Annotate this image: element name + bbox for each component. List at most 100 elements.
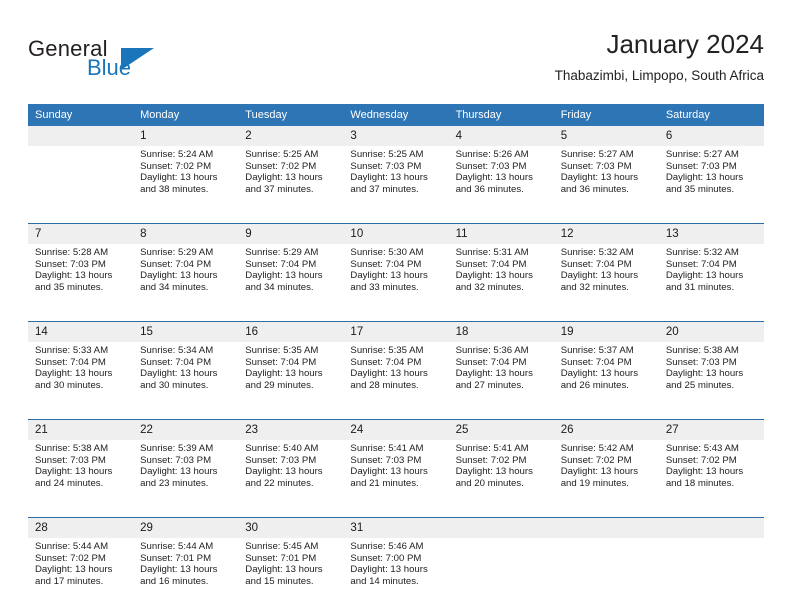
day-number[interactable]: 8 [133, 224, 239, 244]
weekday-header-row: Sunday Monday Tuesday Wednesday Thursday… [28, 104, 764, 126]
title-block: January 2024 Thabazimbi, Limpopo, South … [555, 28, 764, 86]
day-cell[interactable]: Sunrise: 5:42 AM Sunset: 7:02 PM Dayligh… [553, 440, 659, 507]
day-number[interactable]: 25 [448, 420, 554, 440]
day-number[interactable]: 7 [28, 224, 134, 244]
day-number[interactable]: 11 [448, 224, 554, 244]
day-cell[interactable]: Sunrise: 5:29 AM Sunset: 7:04 PM Dayligh… [238, 244, 344, 311]
day-cell[interactable]: Sunrise: 5:39 AM Sunset: 7:03 PM Dayligh… [133, 440, 239, 507]
day-number[interactable]: 21 [28, 420, 134, 440]
sunrise-text: Sunrise: 5:31 AM [455, 247, 529, 258]
sunset-text: Sunset: 7:03 PM [350, 454, 422, 466]
daylight-text-line2: and 21 minutes. [350, 478, 419, 490]
day-cell[interactable]: Sunrise: 5:32 AM Sunset: 7:04 PM Dayligh… [553, 244, 659, 311]
week-gap [28, 213, 764, 224]
sunrise-text: Sunrise: 5:40 AM [245, 443, 319, 454]
daylight-text-line2: and 30 minutes. [140, 380, 209, 392]
sunrise-text: Sunrise: 5:39 AM [140, 443, 214, 454]
day-cell[interactable]: Sunrise: 5:36 AM Sunset: 7:04 PM Dayligh… [448, 342, 554, 409]
sunrise-text: Sunrise: 5:38 AM [35, 443, 109, 454]
day-cell[interactable]: Sunrise: 5:24 AM Sunset: 7:02 PM Dayligh… [133, 146, 239, 213]
day-cell[interactable]: Sunrise: 5:46 AM Sunset: 7:00 PM Dayligh… [343, 538, 449, 605]
day-cell[interactable]: Sunrise: 5:30 AM Sunset: 7:04 PM Dayligh… [343, 244, 449, 311]
day-number[interactable]: 10 [343, 224, 449, 244]
week-row-daynums: 7 8 9 10 11 12 13 [28, 224, 764, 244]
day-cell[interactable]: Sunrise: 5:25 AM Sunset: 7:02 PM Dayligh… [238, 146, 344, 213]
day-number[interactable]: 23 [238, 420, 344, 440]
day-cell[interactable]: Sunrise: 5:29 AM Sunset: 7:04 PM Dayligh… [133, 244, 239, 311]
day-number[interactable]: 31 [343, 518, 449, 538]
day-number[interactable]: 3 [343, 126, 449, 146]
day-number[interactable]: 1 [133, 126, 239, 146]
day-number[interactable]: 5 [553, 126, 659, 146]
sunrise-text: Sunrise: 5:42 AM [560, 443, 634, 454]
day-number[interactable]: 20 [658, 322, 764, 342]
day-cell[interactable]: Sunrise: 5:44 AM Sunset: 7:01 PM Dayligh… [133, 538, 239, 605]
sunset-text: Sunset: 7:04 PM [455, 258, 527, 270]
day-number[interactable]: 2 [238, 126, 344, 146]
day-cell[interactable]: Sunrise: 5:43 AM Sunset: 7:02 PM Dayligh… [658, 440, 764, 507]
day-cell[interactable]: Sunrise: 5:35 AM Sunset: 7:04 PM Dayligh… [238, 342, 344, 409]
day-number[interactable]: 24 [343, 420, 449, 440]
day-number[interactable]: 28 [28, 518, 134, 538]
daylight-text-line2: and 29 minutes. [245, 380, 314, 392]
day-number[interactable]: 19 [553, 322, 659, 342]
sunrise-text: Sunrise: 5:38 AM [665, 345, 739, 356]
day-cell[interactable]: Sunrise: 5:28 AM Sunset: 7:03 PM Dayligh… [28, 244, 134, 311]
day-cell-empty [553, 538, 659, 605]
daylight-text-line2: and 14 minutes. [350, 576, 419, 588]
day-cell[interactable]: Sunrise: 5:31 AM Sunset: 7:04 PM Dayligh… [448, 244, 554, 311]
day-cell[interactable]: Sunrise: 5:34 AM Sunset: 7:04 PM Dayligh… [133, 342, 239, 409]
day-cell[interactable]: Sunrise: 5:25 AM Sunset: 7:03 PM Dayligh… [343, 146, 449, 213]
day-number[interactable]: 16 [238, 322, 344, 342]
day-cell[interactable]: Sunrise: 5:41 AM Sunset: 7:02 PM Dayligh… [448, 440, 554, 507]
day-cell[interactable]: Sunrise: 5:44 AM Sunset: 7:02 PM Dayligh… [28, 538, 134, 605]
brand-logo[interactable]: General Blue [28, 36, 208, 86]
day-cell[interactable]: Sunrise: 5:33 AM Sunset: 7:04 PM Dayligh… [28, 342, 134, 409]
day-cell[interactable]: Sunrise: 5:45 AM Sunset: 7:01 PM Dayligh… [238, 538, 344, 605]
daylight-text-line1: Daylight: 13 hours [35, 368, 113, 380]
day-number[interactable]: 29 [133, 518, 239, 538]
day-number[interactable]: 6 [658, 126, 764, 146]
day-cell[interactable]: Sunrise: 5:41 AM Sunset: 7:03 PM Dayligh… [343, 440, 449, 507]
day-cell[interactable]: Sunrise: 5:37 AM Sunset: 7:04 PM Dayligh… [553, 342, 659, 409]
day-number [658, 518, 764, 538]
week-row-daynums: 14 15 16 17 18 19 20 [28, 322, 764, 342]
day-number[interactable]: 18 [448, 322, 554, 342]
day-number[interactable] [28, 126, 134, 146]
day-number[interactable]: 30 [238, 518, 344, 538]
day-number[interactable]: 15 [133, 322, 239, 342]
sunrise-text: Sunrise: 5:32 AM [560, 247, 634, 258]
day-number[interactable]: 27 [658, 420, 764, 440]
sunset-text: Sunset: 7:04 PM [140, 258, 212, 270]
sunrise-text: Sunrise: 5:44 AM [35, 541, 109, 552]
weekday-header-monday: Monday [133, 104, 239, 126]
day-number[interactable]: 13 [658, 224, 764, 244]
sunset-text: Sunset: 7:03 PM [560, 160, 632, 172]
day-number[interactable]: 4 [448, 126, 554, 146]
day-cell[interactable]: Sunrise: 5:35 AM Sunset: 7:04 PM Dayligh… [343, 342, 449, 409]
day-cell[interactable]: Sunrise: 5:32 AM Sunset: 7:04 PM Dayligh… [658, 244, 764, 311]
day-cell[interactable]: Sunrise: 5:27 AM Sunset: 7:03 PM Dayligh… [658, 146, 764, 213]
week-row-details: Sunrise: 5:28 AM Sunset: 7:03 PM Dayligh… [28, 244, 764, 311]
day-number[interactable]: 14 [28, 322, 134, 342]
daylight-text-line1: Daylight: 13 hours [245, 172, 323, 184]
day-cell[interactable]: Sunrise: 5:38 AM Sunset: 7:03 PM Dayligh… [658, 342, 764, 409]
day-number[interactable]: 26 [553, 420, 659, 440]
daylight-text-line2: and 32 minutes. [455, 282, 524, 294]
sunrise-text: Sunrise: 5:33 AM [35, 345, 109, 356]
daylight-text-line1: Daylight: 13 hours [140, 564, 218, 576]
day-cell[interactable] [28, 146, 134, 213]
day-number[interactable]: 22 [133, 420, 239, 440]
sunset-text: Sunset: 7:02 PM [665, 454, 737, 466]
day-cell[interactable]: Sunrise: 5:26 AM Sunset: 7:03 PM Dayligh… [448, 146, 554, 213]
day-number[interactable]: 12 [553, 224, 659, 244]
day-number[interactable]: 9 [238, 224, 344, 244]
day-number[interactable]: 17 [343, 322, 449, 342]
day-cell[interactable]: Sunrise: 5:38 AM Sunset: 7:03 PM Dayligh… [28, 440, 134, 507]
day-cell[interactable]: Sunrise: 5:40 AM Sunset: 7:03 PM Dayligh… [238, 440, 344, 507]
day-cell[interactable]: Sunrise: 5:27 AM Sunset: 7:03 PM Dayligh… [553, 146, 659, 213]
daylight-text-line2: and 35 minutes. [665, 184, 735, 196]
sunrise-text: Sunrise: 5:36 AM [455, 345, 529, 356]
sunset-text: Sunset: 7:04 PM [350, 356, 422, 368]
daylight-text-line2: and 36 minutes. [455, 184, 524, 196]
